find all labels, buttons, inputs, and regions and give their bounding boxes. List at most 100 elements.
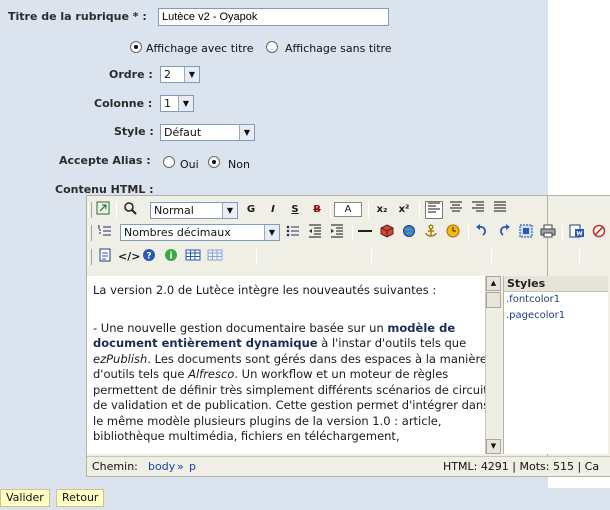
bullet-list-button[interactable] bbox=[284, 224, 302, 242]
table-icon bbox=[185, 249, 201, 261]
content-italic-text: Alfresco bbox=[188, 367, 235, 381]
redo-icon bbox=[500, 224, 510, 236]
numbered-list-button[interactable] bbox=[96, 224, 114, 242]
table-properties-button[interactable] bbox=[206, 248, 224, 266]
styles-header: Styles bbox=[504, 276, 608, 292]
style-value: Défaut bbox=[164, 126, 202, 139]
title-input[interactable] bbox=[158, 8, 389, 26]
insert-link-button[interactable] bbox=[400, 224, 418, 242]
editor-content[interactable]: La version 2.0 de Lutèce intègre les nou… bbox=[87, 276, 501, 454]
outdent-button[interactable] bbox=[306, 224, 324, 242]
word-count-stats: HTML: 4291 | Mots: 515 | Ca bbox=[443, 460, 600, 473]
editor-toolbar-row-1: Normal ▼ G I S B A x₂ x² bbox=[86, 199, 610, 221]
display-with-title-radio[interactable] bbox=[130, 41, 142, 53]
select-all-button[interactable] bbox=[517, 224, 535, 242]
style-item[interactable]: .pagecolor1 bbox=[504, 308, 608, 324]
title-label: Titre de la rubrique * : bbox=[8, 10, 147, 23]
subscript-button[interactable]: x₂ bbox=[373, 201, 391, 219]
list-style-select[interactable]: Nombres décimaux ▼ bbox=[120, 224, 280, 241]
globe-icon bbox=[403, 225, 415, 237]
insert-clock-button[interactable] bbox=[444, 224, 462, 242]
back-button[interactable]: Retour bbox=[56, 489, 105, 507]
alias-no-label: Non bbox=[228, 158, 250, 171]
svg-text:i: i bbox=[169, 252, 172, 262]
outdent-icon bbox=[309, 224, 321, 238]
redo-button[interactable] bbox=[495, 224, 513, 242]
cube-icon bbox=[380, 224, 394, 238]
horizontal-rule-button[interactable] bbox=[356, 224, 374, 242]
style-select[interactable]: Défaut ▼ bbox=[160, 124, 255, 141]
editor-statusbar: Chemin: body » p HTML: 4291 | Mots: 515 … bbox=[87, 456, 610, 476]
toolbar-grip bbox=[88, 225, 92, 241]
print-button[interactable] bbox=[539, 224, 557, 242]
insert-table-button[interactable] bbox=[184, 248, 202, 266]
align-center-icon bbox=[450, 201, 462, 212]
indent-button[interactable] bbox=[328, 224, 346, 242]
content-italic-text: ezPublish bbox=[93, 351, 148, 366]
path-p-link[interactable]: p bbox=[189, 457, 196, 476]
about-button[interactable]: i bbox=[162, 248, 180, 266]
format-select[interactable]: Normal ▼ bbox=[150, 202, 238, 219]
italic-button[interactable]: I bbox=[264, 201, 282, 219]
align-right-button[interactable] bbox=[469, 201, 487, 219]
toolbar-grip bbox=[88, 249, 92, 265]
scroll-up-arrow-icon[interactable]: ▲ bbox=[486, 276, 501, 291]
justify-button[interactable] bbox=[491, 201, 509, 219]
display-without-title-radio[interactable] bbox=[266, 41, 278, 53]
column-label: Colonne : bbox=[94, 97, 153, 110]
alias-yes-radio[interactable] bbox=[163, 156, 175, 168]
chevron-down-icon: ▼ bbox=[178, 96, 193, 111]
format-value: Normal bbox=[154, 204, 194, 217]
content-text: - Une nouvelle gestion documentaire basé… bbox=[93, 320, 388, 335]
paste-word-icon bbox=[569, 224, 584, 238]
order-select[interactable]: 2 ▼ bbox=[160, 66, 200, 83]
svg-text:?: ? bbox=[146, 252, 151, 262]
document-icon bbox=[99, 248, 111, 262]
style-item[interactable]: .fontcolor1 bbox=[504, 292, 608, 308]
display-with-title-label: Affichage avec titre bbox=[146, 42, 254, 55]
align-left-button[interactable] bbox=[425, 201, 443, 219]
numbered-list-icon bbox=[98, 225, 111, 236]
undo-icon bbox=[476, 224, 486, 236]
anchor-button[interactable] bbox=[422, 224, 440, 242]
column-select[interactable]: 1 ▼ bbox=[160, 95, 194, 112]
bold-button[interactable]: G bbox=[242, 201, 260, 219]
help-icon: ? bbox=[143, 249, 155, 262]
display-without-title-label: Affichage sans titre bbox=[285, 42, 392, 55]
order-value: 2 bbox=[164, 68, 171, 81]
content-paragraph-2: - Une nouvelle gestion documentaire basé… bbox=[93, 321, 495, 445]
underline-button[interactable]: S bbox=[286, 201, 304, 219]
align-center-button[interactable] bbox=[447, 201, 465, 219]
path-body-link[interactable]: body bbox=[148, 457, 175, 476]
strikethrough-button[interactable]: B bbox=[308, 201, 326, 219]
remove-format-button[interactable] bbox=[590, 224, 608, 242]
order-label: Ordre : bbox=[109, 68, 153, 81]
properties-button[interactable] bbox=[96, 248, 114, 266]
scroll-down-arrow-icon[interactable]: ▼ bbox=[486, 439, 501, 454]
find-button[interactable] bbox=[121, 201, 139, 219]
fullscreen-button[interactable] bbox=[94, 201, 112, 219]
bullet-list-icon bbox=[286, 225, 299, 237]
superscript-button[interactable]: x² bbox=[395, 201, 413, 219]
content-paragraph-1: La version 2.0 de Lutèce intègre les nou… bbox=[93, 283, 437, 297]
remove-format-icon bbox=[592, 224, 606, 238]
printer-icon bbox=[540, 224, 556, 238]
content-scrollbar[interactable]: ▲ ▼ bbox=[485, 276, 501, 454]
help-button[interactable]: ? bbox=[140, 248, 158, 266]
indent-icon bbox=[331, 224, 343, 238]
justify-icon bbox=[494, 201, 506, 212]
editor-toolbar-row-3: </> ? i bbox=[86, 246, 610, 268]
info-icon: i bbox=[165, 249, 177, 262]
horizontal-rule-icon bbox=[358, 230, 372, 232]
alias-no-radio[interactable] bbox=[208, 156, 220, 168]
paste-word-button[interactable] bbox=[568, 224, 586, 242]
insert-object-button[interactable] bbox=[378, 224, 396, 242]
font-color-button[interactable]: A bbox=[334, 202, 362, 217]
chevron-down-icon: ▼ bbox=[264, 225, 279, 240]
submit-button[interactable]: Valider bbox=[0, 489, 50, 507]
scroll-thumb[interactable] bbox=[486, 292, 501, 308]
html-source-button[interactable]: </> bbox=[118, 248, 140, 266]
list-style-value: Nombres décimaux bbox=[124, 226, 231, 239]
magnifier-icon bbox=[124, 202, 137, 215]
undo-button[interactable] bbox=[473, 224, 491, 242]
